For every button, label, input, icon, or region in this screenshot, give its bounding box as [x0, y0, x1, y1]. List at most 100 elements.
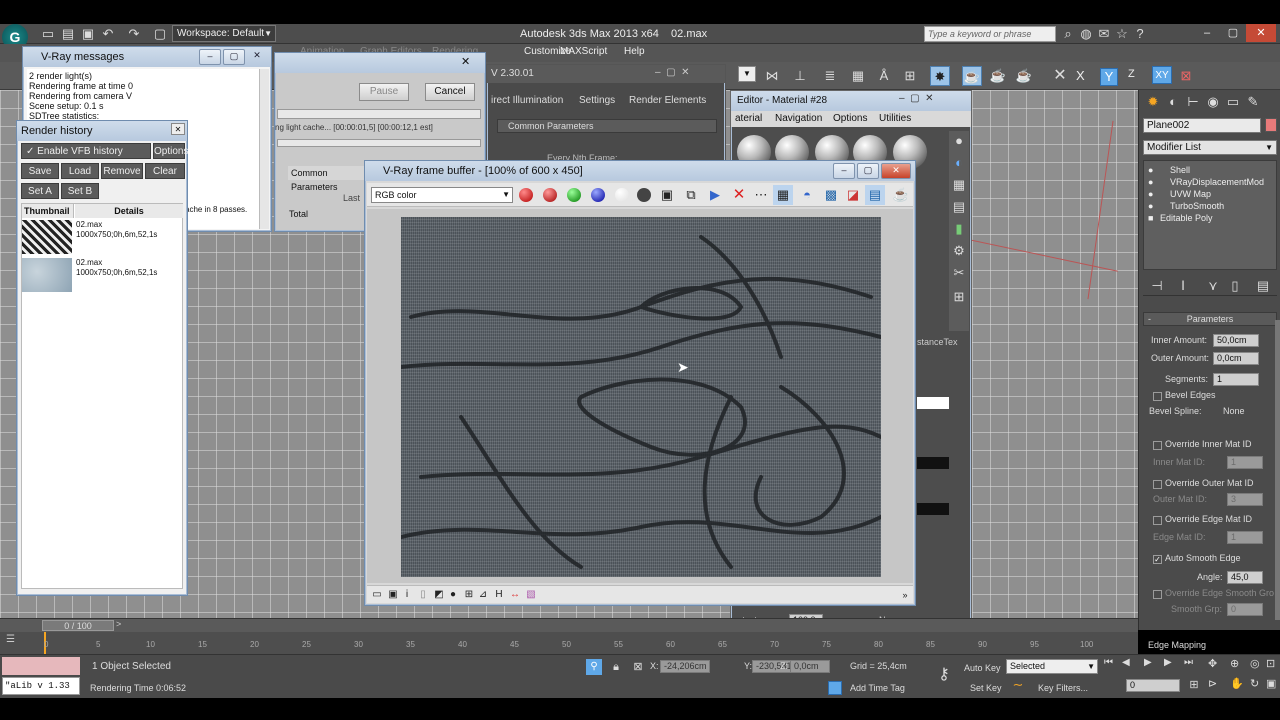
material-editor-swatch[interactable]	[917, 397, 949, 409]
time-slider-thumb[interactable]: 0 / 100	[42, 620, 114, 631]
motion-tab-icon[interactable]: ◉	[1203, 92, 1223, 112]
outer-amount-spinner[interactable]: 0,0cm	[1213, 352, 1259, 365]
window-minimize-button[interactable]: –	[1194, 24, 1220, 42]
remove-button[interactable]: Remove	[101, 163, 143, 179]
modifier-stack-item[interactable]: ■ Editable Poly	[1148, 213, 1213, 223]
maximize-viewport-icon[interactable]: ▣	[1266, 677, 1276, 690]
render-setup-icon[interactable]: ☕	[962, 66, 982, 86]
lens-effects-icon[interactable]: ◪	[843, 185, 863, 205]
render-setup-common-params-rollout[interactable]: Common Parameters	[288, 166, 368, 192]
menu-item-options[interactable]: Options	[833, 111, 867, 127]
set-a-button[interactable]: Set A	[21, 183, 59, 199]
maximize-button[interactable]: ▢	[223, 49, 245, 65]
menu-item-help[interactable]: Help	[624, 46, 645, 57]
selected-dropdown[interactable]: Selected ▼	[1006, 659, 1098, 674]
cancel-button[interactable]: Cancel	[425, 83, 475, 101]
next-frame-icon[interactable]: ▶	[1164, 657, 1172, 668]
tab-indirect-illumination[interactable]: irect Illumination	[491, 95, 563, 106]
set-key-button[interactable]: Set Key	[970, 681, 1004, 695]
clear-button[interactable]: Clear	[145, 163, 185, 179]
configure-modifier-sets-icon[interactable]: ▤	[1253, 276, 1273, 296]
log-scrollbar[interactable]	[259, 69, 269, 229]
close-button[interactable]: ✕	[881, 163, 911, 179]
utilities-tab-icon[interactable]: ✎	[1243, 92, 1263, 112]
menu-item-navigation[interactable]: Navigation	[775, 111, 822, 127]
options-button[interactable]: Options	[153, 143, 188, 159]
selection-filter-dropdown[interactable]: ▼	[738, 66, 756, 82]
key-icon[interactable]: ⚷	[934, 665, 954, 685]
go-to-end-icon[interactable]: ⏭	[1184, 657, 1193, 668]
lock-selection-icon[interactable]: 🔒︎	[606, 657, 626, 677]
modifier-list-dropdown[interactable]: Modifier List ▼	[1143, 140, 1277, 155]
modifier-stack-item[interactable]: ● VRayDisplacementMod	[1148, 177, 1264, 187]
sample-type-icon[interactable]: ●	[949, 131, 969, 151]
modifier-stack-item[interactable]: ● TurboSmooth	[1148, 201, 1224, 211]
modifier-stack-item[interactable]: ● Shell	[1148, 165, 1190, 175]
x-coordinate-field[interactable]: -24,206cm	[660, 660, 710, 673]
material-navigator-icon[interactable]: ⊞	[949, 287, 969, 307]
backlight-icon[interactable]: ◐	[949, 153, 969, 173]
bevel-edges-checkbox[interactable]	[1153, 392, 1162, 401]
z-coordinate-field[interactable]: 0,0cm	[790, 660, 830, 673]
pin-stack-icon[interactable]: ⊣	[1147, 276, 1167, 296]
go-to-start-icon[interactable]: ⏮	[1104, 657, 1113, 668]
set-b-button[interactable]: Set B	[61, 183, 99, 199]
red-channel-icon[interactable]	[519, 188, 533, 202]
close-button[interactable]: ✕	[171, 123, 185, 135]
red-channel-icon[interactable]	[543, 188, 557, 202]
object-color-swatch[interactable]	[1265, 118, 1277, 132]
parameters-rollout-header[interactable]: - Parameters	[1143, 312, 1277, 326]
bevel-spline-button[interactable]: None	[1223, 406, 1245, 416]
add-time-tag-label[interactable]: Add Time Tag	[850, 683, 905, 693]
monochrome-icon[interactable]	[637, 188, 651, 202]
open-file-icon[interactable]: ▤	[58, 24, 78, 44]
object-name-field[interactable]: Plane002	[1143, 118, 1261, 133]
project-folder-icon[interactable]: ▢	[150, 24, 170, 44]
mirror-icon[interactable]: ⋈	[762, 66, 782, 86]
table-row[interactable]: 02.max 1000x750;0h,6m,52,1s	[22, 258, 182, 296]
help-icon[interactable]: ?	[1130, 24, 1150, 44]
axis-y-button[interactable]: Y	[1100, 68, 1118, 86]
blue-channel-icon[interactable]	[591, 188, 605, 202]
auto-smooth-checkbox[interactable]: ✓	[1153, 555, 1162, 564]
axis-constraint-icon[interactable]: ⊠	[1176, 66, 1196, 86]
field-of-view-icon[interactable]: ⊳	[1208, 677, 1217, 690]
graphite-toolbar-icon[interactable]: ▦	[848, 66, 868, 86]
modify-tab-icon[interactable]: ◐	[1163, 92, 1183, 112]
column-header-thumbnail[interactable]: Thumbnail	[22, 204, 74, 218]
background-icon[interactable]: ▦	[949, 175, 969, 195]
override-inner-checkbox[interactable]	[1153, 441, 1162, 450]
vfb-canvas[interactable]: ➤	[367, 209, 913, 583]
close-icon[interactable]: ✕	[1050, 66, 1070, 86]
channel-select[interactable]: RGB color ▼	[371, 187, 513, 203]
maxscript-output[interactable]: "aLib v 1.33	[2, 677, 80, 695]
tab-settings[interactable]: Settings	[579, 95, 615, 106]
time-configuration-icon[interactable]: ⊞	[1184, 675, 1204, 695]
video-color-check-icon[interactable]: ▤	[949, 197, 969, 217]
workspace-dropdown[interactable]: Workspace: Default ▼	[172, 25, 276, 42]
layer-manager-icon[interactable]: ≣	[820, 66, 840, 86]
inner-mat-id-spinner[interactable]: 1	[1227, 456, 1263, 469]
window-close-button[interactable]: ✕	[1246, 24, 1276, 42]
make-unique-icon[interactable]: ⋎	[1203, 276, 1223, 296]
isolate-selection-icon[interactable]: ⚲	[586, 659, 602, 675]
track-mouse-icon[interactable]: ⋯	[751, 185, 771, 205]
track-bar[interactable]: ☰ 0 5 10 15 20 25 30 35 40 45 50 55 60 6…	[0, 632, 1138, 654]
trackbar-menu-icon[interactable]: ☰	[6, 634, 30, 650]
maxscript-mini-listener[interactable]	[2, 657, 80, 675]
inner-amount-spinner[interactable]: 50,0cm	[1213, 334, 1259, 347]
command-panel-scrollbar[interactable]	[1275, 320, 1280, 620]
rendered-frame-window-icon[interactable]: ☕	[988, 66, 1008, 86]
pause-button[interactable]: Pause	[359, 83, 409, 101]
history-list[interactable]: Thumbnail Details 02.max 1000x750;0h,6m,…	[21, 203, 183, 589]
play-icon[interactable]: ▶	[1144, 657, 1152, 668]
last-render-icon[interactable]: ◓	[797, 185, 817, 205]
save-image-icon[interactable]: ▣	[657, 185, 677, 205]
absolute-mode-icon[interactable]: ⊠	[628, 657, 648, 677]
column-header-details[interactable]: Details	[75, 204, 183, 218]
schematic-view-icon[interactable]: ⊞	[900, 66, 920, 86]
time-slider[interactable]: 0 / 100 >	[0, 618, 1138, 632]
outer-mat-id-spinner[interactable]: 3	[1227, 493, 1263, 506]
ocio-icon[interactable]: ▧	[521, 585, 541, 605]
set-key-icon[interactable]: ∼	[1008, 675, 1028, 695]
